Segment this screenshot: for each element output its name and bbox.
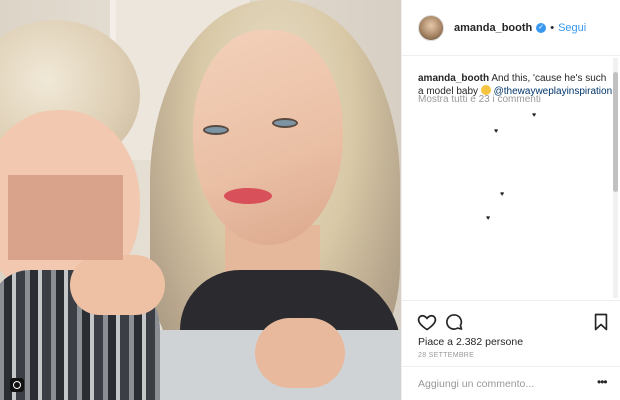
- caption-username[interactable]: amanda_booth: [418, 73, 489, 84]
- follow-button[interactable]: Segui: [558, 22, 586, 34]
- header-separator: •: [550, 21, 555, 34]
- photo-woman-face: [193, 30, 343, 245]
- comment-input[interactable]: [418, 376, 583, 392]
- instagram-icon: [10, 378, 24, 392]
- scrollbar[interactable]: [613, 58, 618, 298]
- post-date: 28 SETTEMBRE: [418, 352, 475, 359]
- scrollbar-thumb[interactable]: [613, 72, 618, 192]
- photo-right-eye: [272, 118, 298, 128]
- post-photo[interactable]: [0, 0, 401, 400]
- comment-bubble-icon[interactable]: [444, 312, 464, 332]
- avatar[interactable]: [418, 14, 444, 41]
- post-side-panel: amanda_booth ✓ • Segui amanda_booth And …: [401, 0, 620, 400]
- photo-child-hand: [70, 255, 165, 315]
- small-heart-icon: ♥: [494, 128, 499, 135]
- view-all-comments-link[interactable]: Mostra tutti e 23 i commenti: [418, 94, 541, 105]
- photo-lips: [224, 188, 272, 204]
- header-username[interactable]: amanda_booth: [454, 22, 532, 34]
- comment-box: •••: [402, 366, 620, 400]
- photo-censor-block: [8, 175, 123, 260]
- small-heart-icon: ♥: [486, 215, 491, 222]
- photo-woman-hand: [255, 318, 345, 388]
- instagram-post: amanda_booth ✓ • Segui amanda_booth And …: [0, 0, 620, 400]
- heart-icon[interactable]: [417, 312, 437, 332]
- post-header: amanda_booth ✓ • Segui: [402, 0, 620, 56]
- small-heart-icon: ♥: [500, 191, 505, 198]
- bookmark-icon[interactable]: [591, 312, 611, 332]
- likes-count[interactable]: Piace a 2.382 persone: [418, 336, 523, 348]
- more-options-icon[interactable]: •••: [597, 376, 608, 388]
- verified-badge-icon: ✓: [536, 22, 547, 33]
- small-heart-icon: ♥: [532, 112, 537, 119]
- photo-left-eye: [203, 125, 229, 135]
